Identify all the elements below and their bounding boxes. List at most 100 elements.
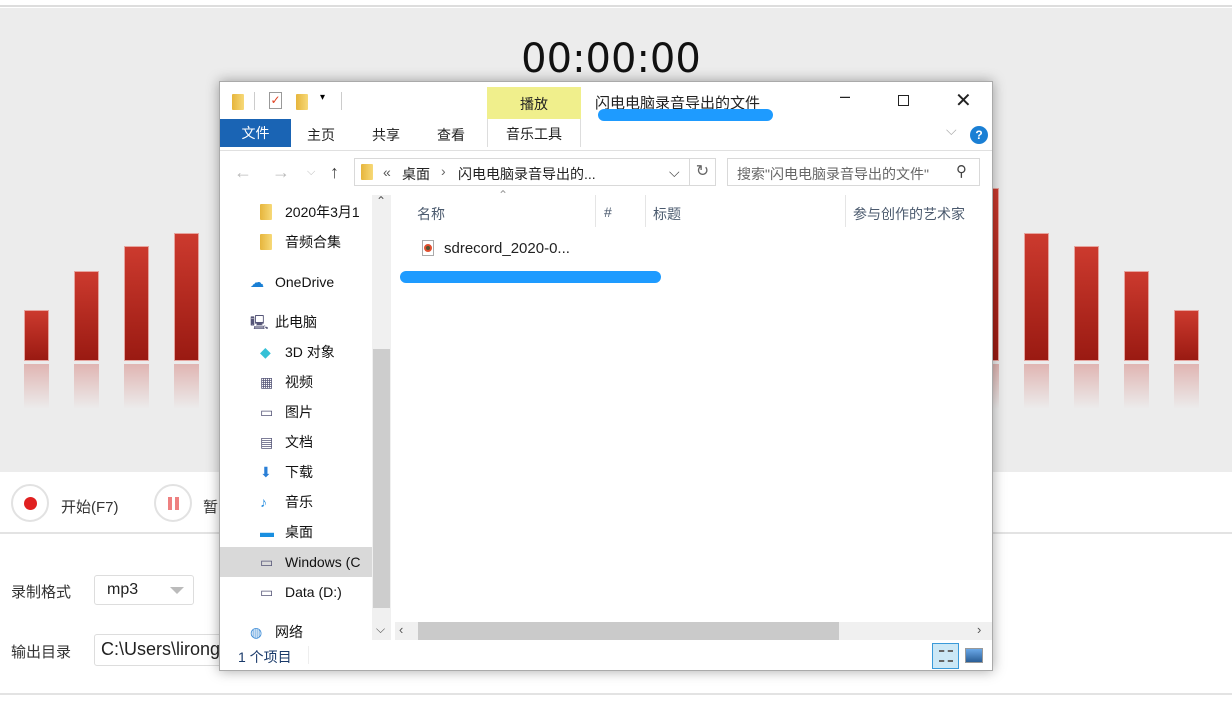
record-icon	[24, 497, 37, 510]
nav-item[interactable]: ▭ Data (D:)	[220, 577, 372, 607]
nav-item[interactable]: ⬇ 下载	[220, 457, 372, 487]
breadcrumb-separator-icon: ›	[441, 163, 446, 179]
tab-file[interactable]: 文件	[220, 119, 291, 147]
nav-item[interactable]: ♪ 音乐	[220, 487, 372, 517]
level-bar-reflection	[1124, 364, 1149, 409]
tab-home[interactable]: 主页	[307, 125, 335, 145]
format-label: 录制格式	[11, 584, 72, 601]
level-bar	[1174, 310, 1199, 361]
minimize-button[interactable]: –	[840, 86, 850, 107]
column-divider[interactable]	[845, 195, 846, 227]
recent-dropdown[interactable]: ⌵	[307, 166, 315, 179]
level-bar	[24, 310, 49, 361]
start-label[interactable]: 开始(F7)	[61, 496, 119, 517]
expand-ribbon-icon[interactable]: ⌵	[946, 122, 957, 139]
level-bar-reflection	[1174, 364, 1199, 409]
chevron-down-icon	[170, 587, 184, 601]
horizontal-scrollbar[interactable]: ‹ ›	[395, 622, 992, 640]
picture-icon: ▭	[260, 404, 274, 420]
up-button[interactable]: ↑	[330, 162, 339, 183]
new-folder-icon[interactable]	[296, 94, 308, 110]
network-icon: ◍	[250, 624, 263, 640]
help-icon[interactable]: ?	[970, 126, 988, 144]
nav-scrollbar[interactable]: ⌃ ⌵	[372, 194, 391, 640]
nav-item[interactable]: 音频合集	[220, 227, 372, 257]
cloud-icon: ☁	[250, 274, 264, 290]
column-title[interactable]: 标题	[653, 204, 681, 224]
forward-button[interactable]: →	[272, 162, 290, 183]
status-item-count: 1 个项目	[238, 649, 292, 665]
format-select[interactable]: mp3	[94, 575, 194, 605]
divider	[220, 150, 992, 151]
nav-item[interactable]: ▤ 文档	[220, 427, 372, 457]
folder-icon[interactable]	[232, 94, 244, 110]
pause-label[interactable]: 暂	[203, 496, 218, 517]
nav-scrollbar-thumb[interactable]	[373, 349, 390, 608]
nav-item[interactable]: ◍ 网络	[220, 617, 372, 647]
nav-item[interactable]: ▭ Windows (C	[220, 547, 372, 577]
computer-icon: 🖳	[250, 314, 269, 330]
breadcrumb-overflow[interactable]: «	[383, 164, 391, 180]
nav-item[interactable]: ▬ 桌面	[220, 517, 372, 547]
nav-item[interactable]: 🖳 此电脑	[220, 307, 372, 337]
nav-item[interactable]: ▦ 视频	[220, 367, 372, 397]
audio-file-icon	[422, 240, 434, 256]
tab-share[interactable]: 共享	[372, 125, 400, 145]
nav-item[interactable]: ▭ 图片	[220, 397, 372, 427]
nav-item[interactable]: 2020年3月1	[220, 197, 372, 227]
breadcrumb-desktop[interactable]: 桌面	[402, 164, 430, 184]
customize-dropdown-icon[interactable]: ▾	[320, 92, 325, 103]
divider	[254, 92, 255, 110]
scroll-up-icon[interactable]: ⌃	[376, 194, 386, 208]
search-placeholder: 搜索"闪电电脑录音导出的文件"	[737, 166, 929, 182]
file-name[interactable]: sdrecord_2020-0...	[444, 240, 570, 257]
folder-icon	[361, 164, 373, 180]
column-divider[interactable]	[595, 195, 596, 227]
output-label: 输出目录	[11, 644, 72, 661]
nav-item[interactable]: ☁ OneDrive	[220, 267, 372, 297]
scroll-left-icon[interactable]: ‹	[399, 622, 403, 637]
nav-item-label: Data (D:)	[285, 584, 342, 600]
large-icons-view-button[interactable]	[965, 648, 983, 663]
back-button[interactable]: ←	[234, 162, 252, 183]
level-bar	[74, 271, 99, 361]
column-artist[interactable]: 参与创作的艺术家	[853, 204, 965, 224]
maximize-button[interactable]	[898, 95, 909, 106]
level-bar-reflection	[1024, 364, 1049, 409]
pause-icon	[168, 497, 172, 510]
drive-icon: ▭	[260, 554, 274, 570]
nav-item[interactable]: ◆ 3D 对象	[220, 337, 372, 367]
tab-music-tools[interactable]: 音乐工具	[487, 119, 581, 147]
nav-item-label: 音乐	[285, 494, 313, 510]
pause-button[interactable]	[154, 484, 192, 522]
sort-ascending-icon: ⌃	[498, 188, 509, 202]
properties-icon[interactable]: ✓	[269, 92, 282, 109]
redaction-mark	[400, 271, 661, 283]
column-divider[interactable]	[645, 195, 646, 227]
level-bar-reflection	[24, 364, 49, 409]
nav-item-label: 图片	[285, 404, 313, 420]
breadcrumb-current[interactable]: 闪电电脑录音导出的...	[458, 164, 596, 184]
level-bar	[174, 233, 199, 361]
divider	[341, 92, 342, 110]
drive-icon: ▭	[260, 584, 274, 600]
scroll-down-icon[interactable]: ⌵	[376, 622, 385, 637]
nav-item-label: 文档	[285, 434, 313, 450]
scroll-right-icon[interactable]: ›	[977, 622, 981, 637]
close-button[interactable]: ✕	[955, 88, 972, 113]
cube-icon: ◆	[260, 344, 271, 360]
start-button[interactable]	[11, 484, 49, 522]
horizontal-scrollbar-thumb[interactable]	[418, 622, 839, 640]
search-input[interactable]: 搜索"闪电电脑录音导出的文件" ⚲	[727, 158, 980, 186]
address-dropdown-icon[interactable]: ⌵	[669, 164, 680, 181]
tab-view[interactable]: 查看	[437, 125, 465, 145]
level-bar-reflection	[124, 364, 149, 409]
refresh-button[interactable]: ↻	[690, 158, 716, 186]
nav-item-label: Windows (C	[285, 554, 361, 570]
column-name[interactable]: 名称	[417, 204, 445, 224]
address-bar[interactable]: « 桌面 › 闪电电脑录音导出的... ⌵	[354, 158, 690, 186]
details-view-icon	[939, 650, 953, 662]
details-view-button[interactable]	[932, 643, 959, 669]
nav-item-label: 下载	[285, 464, 313, 480]
column-track-number[interactable]: #	[604, 204, 612, 220]
